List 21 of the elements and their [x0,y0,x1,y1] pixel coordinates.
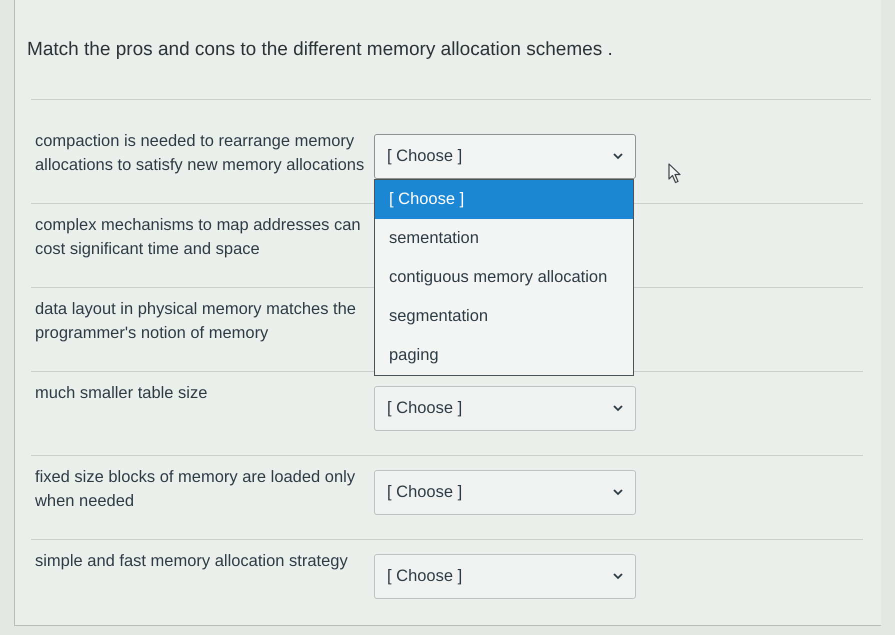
answer-dropdown[interactable]: [ Choose ] [374,554,636,599]
dropdown-option[interactable]: [ Choose ] [375,180,633,219]
prompt-text: data layout in physical memory matches the programmer's notion of memory [34,299,357,344]
prompt-text: compaction is needed to rearrange memory allocations to satisfy new memory allocations [34,131,366,176]
chevron-down-icon [613,573,623,580]
prompt-text: simple and fast memory allocation strategy [34,551,349,572]
chevron-down-icon [613,489,623,496]
dropdown-option[interactable]: contiguous memory allocation [375,258,633,297]
chevron-down-icon [613,405,623,412]
prompt-text: complex mechanisms to map addresses can cost significant time and space [34,215,362,260]
dropdown-option[interactable]: paging [375,336,633,375]
answer-dropdown[interactable]: [ Choose ] [374,470,636,515]
dropdown-option[interactable]: segmentation [375,297,633,336]
dropdown-option[interactable]: sementation [375,219,633,258]
prompt-text: fixed size blocks of memory are loaded only when needed [34,467,356,512]
answer-dropdown[interactable]: [ Choose ] [374,134,636,179]
question-text: Match the pros and cons to the different memory allocation schemes . [27,38,613,62]
mouse-pointer-icon [668,163,682,184]
answer-dropdown[interactable]: [ Choose ] [374,386,636,431]
prompt-text: much smaller table size [34,383,208,404]
chevron-down-icon [613,153,623,160]
